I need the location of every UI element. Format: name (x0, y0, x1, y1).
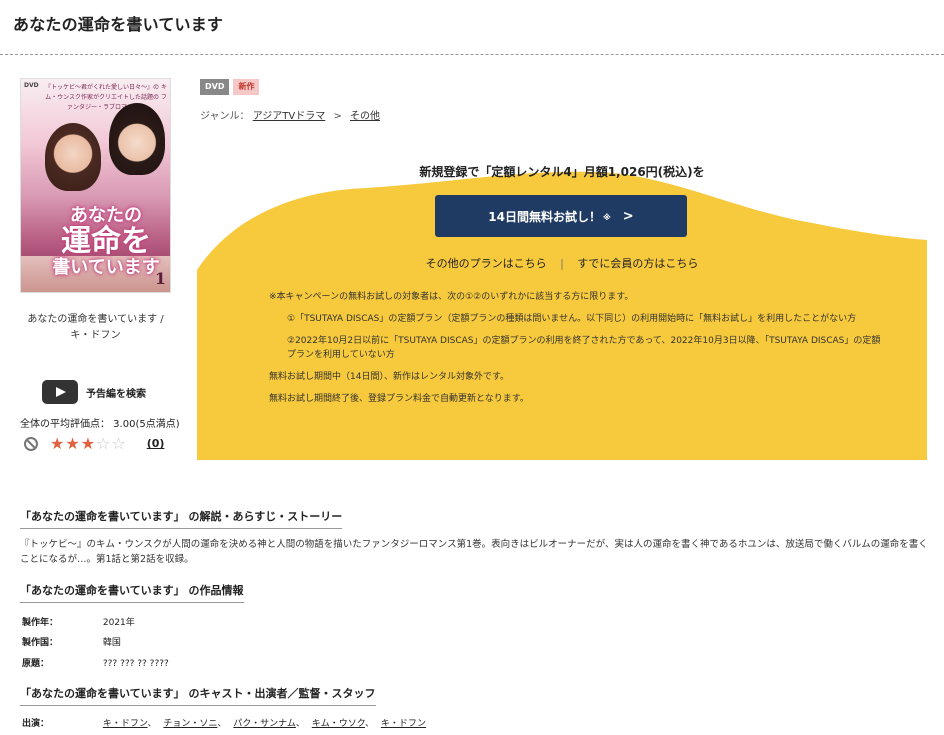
cast-link[interactable]: チョン・ソニ (163, 719, 217, 729)
info-row-country: 製作国： 韓国 (22, 635, 121, 648)
cover-caption: あなたの運命を書いています / キ・ドフン (20, 312, 171, 344)
info-original-value: ??? ??? ?? ???? (102, 659, 169, 669)
member-login-link[interactable]: すでに会員の方はこちら (577, 257, 698, 270)
plan-links-divider: | (560, 257, 564, 270)
info-row-year: 製作年： 2021年 (22, 615, 135, 628)
campaign-notes: ※本キャンペーンの無料お試しの対象者は、次の①②のいずれかに該当する方に限ります… (269, 290, 889, 414)
cover-dvd-tag: DVD (24, 82, 39, 89)
star-filled-icon[interactable]: ★ (50, 434, 65, 453)
info-country-value: 韓国 (102, 638, 121, 648)
campaign-headline: 新規登録で「定額レンタル4」月額1,026円(税込)を (419, 165, 705, 179)
cast-separator: 、 (295, 719, 305, 729)
genre-link-other[interactable]: その他 (350, 111, 380, 122)
work-info-heading: 「あなたの運命を書いています」 の作品情報 (20, 582, 244, 603)
info-year-label: 製作年： (22, 618, 59, 628)
other-plans-link[interactable]: その他のプランはこちら (426, 257, 547, 270)
genre-separator: > (333, 111, 342, 122)
campaign-note-3: 無料お試し期間中（14日間）、新作はレンタル対象外です。 (269, 372, 510, 382)
free-trial-note-mark: ※ (603, 213, 611, 222)
chevron-right-icon: > (622, 208, 634, 224)
campaign-note-2: ②2022年10月2日以前に「TSUTAYA DISCAS」の定額プランの利用を… (287, 336, 881, 360)
cover-image[interactable]: DVD 『トッケビ～君がくれた愛しい日々～』の キム・ウンスク作家がクリエイトし… (20, 78, 171, 293)
synopsis-text: 『トッケビ～』のキム・ウンスクが人間の運命を決める神と人間の物語を描いたファンタ… (20, 539, 928, 565)
synopsis-heading: 「あなたの運命を書いています」 の解説・あらすじ・ストーリー (20, 508, 343, 529)
dvd-badge: DVD (200, 79, 230, 95)
badges: DVD 新作 (200, 79, 260, 95)
page-title: あなたの運命を書いています (13, 15, 224, 34)
campaign-note-1: ①「TSUTAYA DISCAS」の定額プラン（定額プランの種類は問いません。以… (287, 314, 857, 324)
cast-link[interactable]: キム・ウソク (312, 719, 365, 729)
play-icon (42, 380, 78, 404)
campaign-note-intro: ※本キャンペーンの無料お試しの対象者は、次の①②のいずれかに該当する方に限ります… (269, 292, 634, 302)
cast-row: 出演： キ・ドフン、 チョン・ソニ、 パク・サンナム、 キム・ウソク、 キ・ドフ… (22, 716, 426, 729)
cover-logo: あなたの 運命を 書いています (51, 205, 161, 279)
cast-label: 出演： (22, 719, 50, 729)
info-year-value: 2021年 (102, 618, 135, 628)
plan-links: その他のプランはこちら | すでに会員の方はこちら (197, 255, 927, 271)
cast-link[interactable]: パク・サンナム (233, 719, 296, 729)
campaign-panel: 新規登録で「定額レンタル4」月額1,026円(税込)を 14日間無料お試し！ ※… (197, 150, 927, 460)
cast-heading: 「あなたの運命を書いています」 のキャスト・出演者／監督・スタッフ (20, 685, 376, 706)
star-empty-icon[interactable]: ☆ (96, 434, 111, 453)
cover-logo-line2: 運命を (61, 224, 151, 259)
info-country-label: 製作国： (22, 638, 59, 648)
star-filled-icon[interactable]: ★ (65, 434, 80, 453)
average-rating-text: 全体の平均評価点： 3.00(5点満点) (20, 419, 180, 430)
cover-caption-title: あなたの運命を書いています / (27, 314, 164, 325)
new-release-badge: 新作 (233, 79, 260, 95)
title-divider (0, 54, 944, 55)
star-filled-icon[interactable]: ★ (81, 434, 96, 453)
rating-row: ★★★☆☆ (0) (24, 434, 164, 453)
genre-link-asian-tv-drama[interactable]: アジアTVドラマ (253, 111, 326, 122)
cast-separator: 、 (147, 719, 157, 729)
campaign-note-4: 無料お試し期間終了後、登録プラン料金で自動更新となります。 (269, 394, 529, 404)
genre-breadcrumb: ジャンル： アジアTVドラマ > その他 (200, 107, 380, 122)
not-interested-icon[interactable] (24, 436, 38, 451)
trailer-search-button[interactable]: 予告編を検索 (42, 380, 146, 404)
cover-volume: 1 (154, 269, 166, 288)
genre-label: ジャンル： (200, 111, 250, 122)
info-original-label: 原題： (22, 659, 50, 669)
cast-separator: 、 (364, 719, 374, 729)
trailer-search-label: 予告編を検索 (86, 388, 146, 400)
cover-actress-figure (45, 123, 101, 191)
cover-logo-line3: 書いています (52, 257, 160, 278)
cover-actor-figure (109, 103, 165, 175)
star-empty-icon[interactable]: ☆ (111, 434, 126, 453)
cast-separator: 、 (217, 719, 227, 729)
cast-link[interactable]: キ・ドフン (381, 719, 426, 729)
rating-stars[interactable]: ★★★☆☆ (50, 434, 127, 453)
free-trial-button-label: 14日間無料お試し！ (488, 209, 601, 224)
review-count-link[interactable]: (0) (147, 437, 165, 450)
free-trial-button[interactable]: 14日間無料お試し！ ※ > (435, 195, 687, 237)
info-row-original-title: 原題： ??? ??? ?? ???? (22, 656, 169, 669)
cast-link[interactable]: キ・ドフン (103, 719, 148, 729)
cover-caption-artist: キ・ドフン (70, 330, 121, 341)
